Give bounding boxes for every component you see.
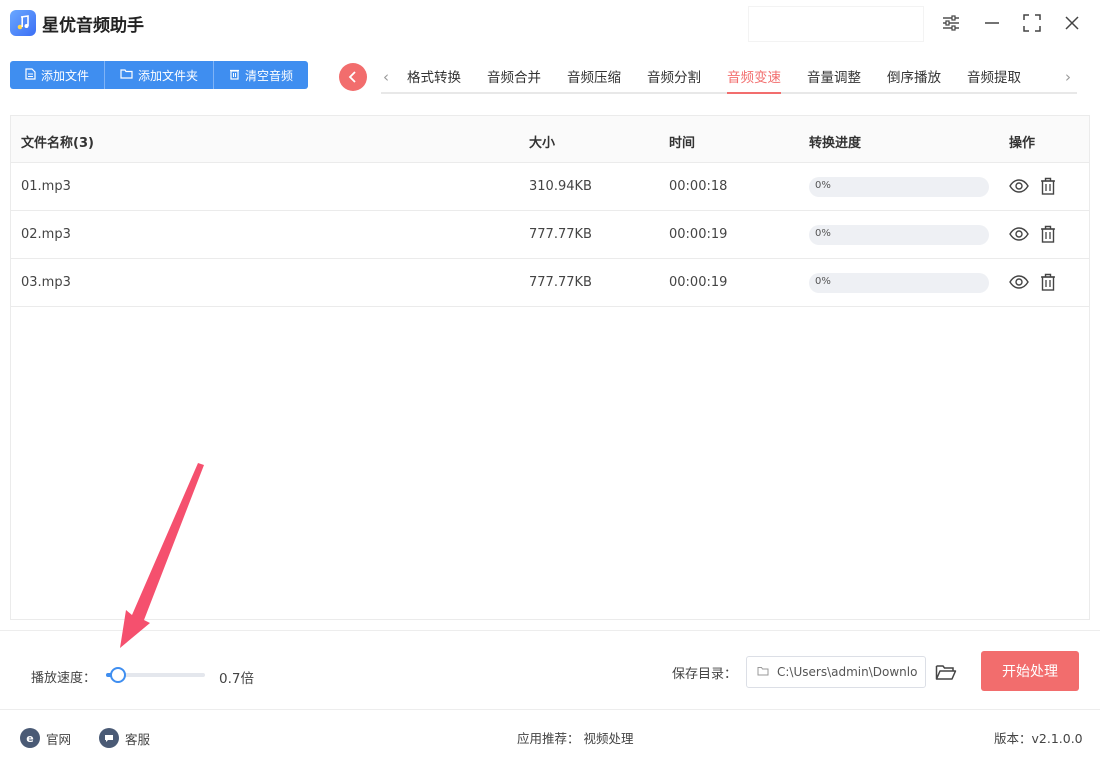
progress-text: 0% — [815, 180, 831, 191]
file-name: 01.mp3 — [21, 179, 71, 194]
preview-eye-icon[interactable] — [1008, 271, 1030, 293]
customer-service-link[interactable]: 客服 — [99, 728, 150, 748]
add-file-button[interactable]: 添加文件 — [10, 61, 106, 89]
save-dir-field[interactable]: C:\Users\admin\Downlo — [746, 656, 926, 688]
clear-audio-label: 清空音频 — [245, 68, 294, 83]
progress-bar: 0% — [809, 177, 989, 197]
title-blank-field — [748, 6, 924, 42]
add-file-label: 添加文件 — [41, 68, 90, 83]
tab-item[interactable]: 音频分割 — [647, 62, 701, 94]
speed-slider[interactable] — [106, 667, 205, 683]
progress-bar: 0% — [809, 273, 989, 293]
open-folder-icon[interactable] — [934, 661, 958, 683]
header-actions: 操作 — [1009, 136, 1036, 151]
close-icon[interactable] — [1061, 12, 1083, 34]
file-duration: 00:00:19 — [669, 275, 728, 290]
app-recommend-link[interactable]: 应用推荐： 视频处理 — [517, 728, 633, 747]
header-filename: 文件名称(3) — [21, 136, 94, 151]
chat-bubble-icon — [99, 728, 119, 748]
tab-list: 格式转换 音频合并 音频压缩 音频分割 音频变速 音量调整 倒序播放 音频提取 — [407, 62, 1047, 94]
speed-value: 0.7倍 — [219, 671, 254, 687]
settings-sliders-icon[interactable] — [940, 12, 962, 34]
folder-outline-icon — [757, 665, 769, 679]
progress-bar: 0% — [809, 225, 989, 245]
header-progress: 转换进度 — [809, 136, 862, 151]
tab-scroll-right-icon[interactable]: › — [1065, 68, 1071, 86]
app-logo-icon — [10, 10, 36, 36]
save-dir-label: 保存目录： — [672, 667, 738, 682]
file-name: 03.mp3 — [21, 275, 71, 290]
start-process-button[interactable]: 开始处理 — [981, 651, 1079, 691]
version-text: 版本：v2.1.0.0 — [994, 731, 1083, 746]
clear-audio-button[interactable]: 清空音频 — [214, 61, 308, 89]
file-duration: 00:00:18 — [669, 179, 728, 194]
chevron-left-icon — [348, 71, 356, 83]
file-icon — [25, 67, 36, 83]
save-dir-path: C:\Users\admin\Downlo — [777, 665, 918, 679]
tab-item[interactable]: 音频压缩 — [567, 62, 621, 94]
speed-slider-thumb[interactable] — [109, 667, 126, 683]
tab-item[interactable]: 格式转换 — [407, 62, 461, 94]
delete-trash-icon[interactable] — [1037, 271, 1059, 293]
speed-label: 播放速度： — [31, 671, 97, 686]
settings-panel: 播放速度： 0.7倍 保存目录： C:\Users\admin\Downlo 开… — [0, 630, 1100, 710]
table-header: 文件名称(3) 大小 时间 转换进度 操作 — [11, 116, 1089, 163]
delete-trash-icon[interactable] — [1037, 175, 1059, 197]
header-size: 大小 — [529, 136, 556, 151]
service-label: 客服 — [125, 731, 151, 747]
file-size: 777.77KB — [529, 275, 592, 290]
file-table: 文件名称(3) 大小 时间 转换进度 操作 01.mp3 310.94KB 00… — [10, 115, 1090, 620]
progress-text: 0% — [815, 276, 831, 287]
tab-item[interactable]: 音频合并 — [487, 62, 541, 94]
status-bar: e 官网 客服 应用推荐： 视频处理 版本：v2.1.0.0 — [0, 712, 1100, 760]
website-link[interactable]: e 官网 — [20, 728, 71, 748]
website-label: 官网 — [46, 731, 72, 747]
trash-icon — [229, 68, 240, 83]
minimize-icon[interactable] — [981, 12, 1003, 34]
ie-globe-icon: e — [20, 728, 40, 748]
header-time: 时间 — [669, 136, 696, 151]
tab-item[interactable]: 音频提取 — [967, 62, 1021, 94]
file-name: 02.mp3 — [21, 227, 71, 242]
add-folder-label: 添加文件夹 — [138, 68, 199, 83]
progress-text: 0% — [815, 228, 831, 239]
maximize-icon[interactable] — [1021, 12, 1043, 34]
preview-eye-icon[interactable] — [1008, 223, 1030, 245]
tab-item[interactable]: 倒序播放 — [887, 62, 941, 94]
feature-tabs: ‹ 格式转换 音频合并 音频压缩 音频分割 音频变速 音量调整 倒序播放 音频提取 › — [381, 62, 1077, 94]
file-size: 777.77KB — [529, 227, 592, 242]
tab-item[interactable]: 音量调整 — [807, 62, 861, 94]
app-title: 星优音频助手 — [42, 16, 144, 36]
table-row[interactable]: 02.mp3 777.77KB 00:00:19 0% — [11, 211, 1089, 259]
tab-item[interactable]: 音频变速 — [727, 62, 781, 94]
delete-trash-icon[interactable] — [1037, 223, 1059, 245]
file-duration: 00:00:19 — [669, 227, 728, 242]
table-row[interactable]: 01.mp3 310.94KB 00:00:18 0% — [11, 163, 1089, 211]
table-row[interactable]: 03.mp3 777.77KB 00:00:19 0% — [11, 259, 1089, 307]
nav-back-button[interactable] — [339, 63, 367, 91]
tab-scroll-left-icon[interactable]: ‹ — [383, 68, 389, 86]
file-size: 310.94KB — [529, 179, 592, 194]
file-toolbar: 添加文件 添加文件夹 清空音频 — [10, 61, 309, 89]
folder-icon — [120, 68, 133, 82]
preview-eye-icon[interactable] — [1008, 175, 1030, 197]
add-folder-button[interactable]: 添加文件夹 — [105, 61, 215, 89]
title-bar: 星优音频助手 — [0, 0, 1100, 48]
